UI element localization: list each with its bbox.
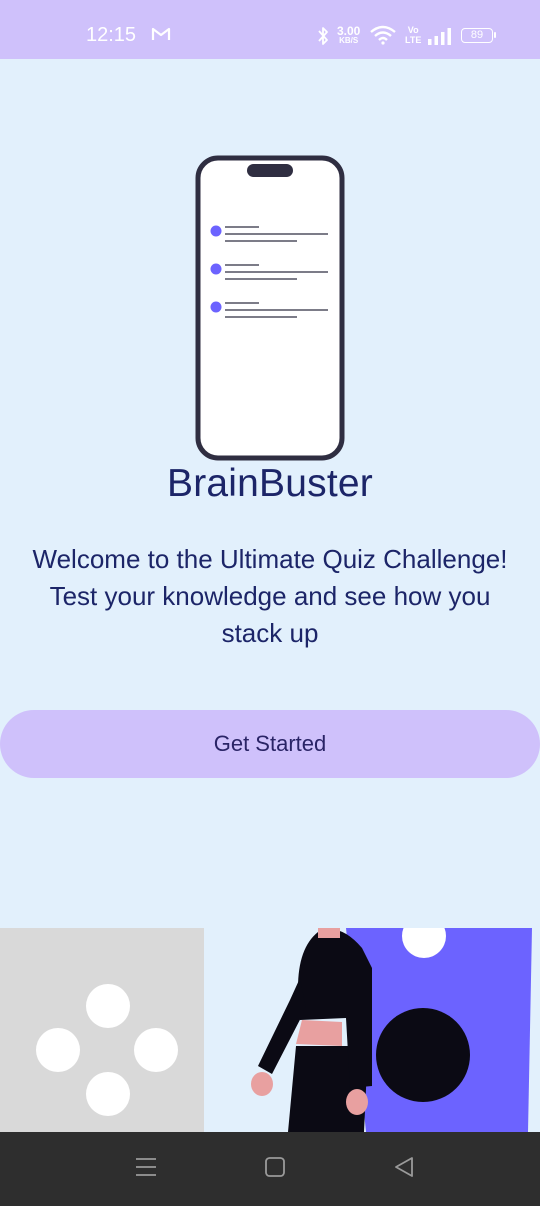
battery-icon: 89: [461, 28, 493, 43]
menu-icon[interactable]: [134, 1154, 158, 1180]
network-speed-unit: KB/S: [339, 36, 359, 45]
get-started-button[interactable]: Get Started: [0, 710, 540, 778]
network-speed-value: 3.00: [337, 24, 361, 38]
home-icon[interactable]: [263, 1154, 287, 1180]
welcome-line-3: stack up: [221, 618, 319, 648]
volte-icon: Vo LTE: [405, 25, 421, 45]
person-illustration: [251, 928, 372, 1132]
phone-illustration: [195, 155, 345, 461]
battery-level: 89: [470, 29, 484, 41]
back-icon[interactable]: [392, 1154, 416, 1180]
welcome-line-1: Welcome to the Ultimate Quiz Challenge!: [32, 544, 508, 574]
status-bar: 12:15 3.00 KB/S Vo LTE 89: [0, 0, 540, 59]
gmail-icon: [151, 27, 171, 40]
signal-icon: [428, 28, 451, 45]
app-title: BrainBuster: [167, 462, 373, 505]
volte-top: Vo: [407, 25, 419, 35]
bluetooth-icon: [318, 27, 328, 45]
status-time: 12:15: [86, 24, 137, 46]
system-nav-bar: [0, 1132, 540, 1206]
battery-tip: [494, 32, 496, 38]
volte-bottom: LTE: [405, 35, 422, 45]
bottom-illustration: [0, 928, 532, 1132]
wifi-icon: [370, 25, 396, 45]
welcome-message: Welcome to the Ultimate Quiz Challenge! …: [0, 541, 540, 652]
welcome-line-2: Test your knowledge and see how you: [49, 581, 491, 611]
network-speed: 3.00 KB/S: [337, 24, 361, 46]
